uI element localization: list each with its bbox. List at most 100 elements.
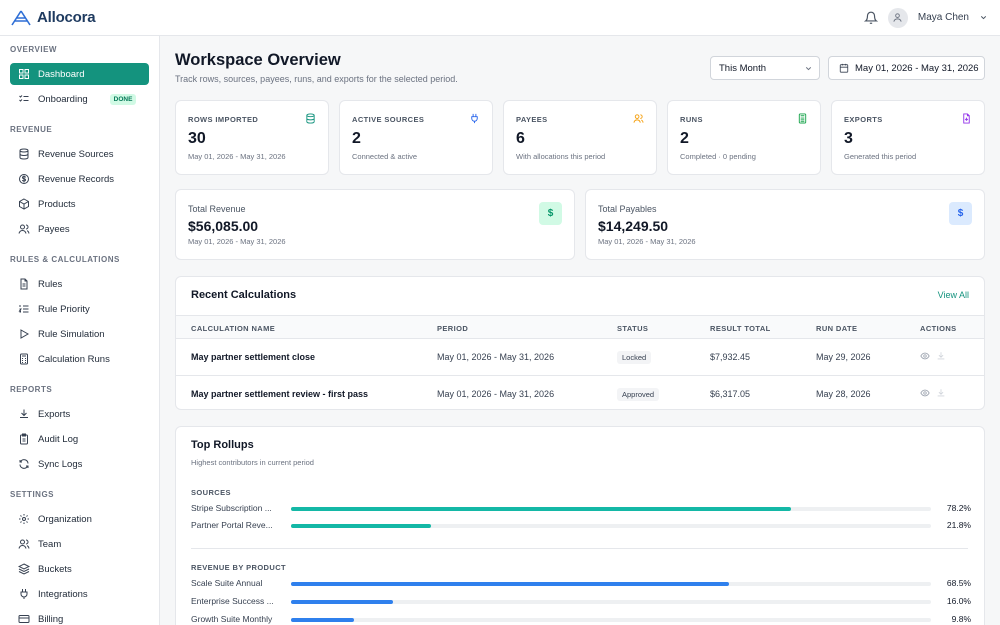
column-header[interactable]: RUN DATE <box>816 324 857 333</box>
total-payables-value: $14,249.50 <box>598 218 669 234</box>
sidebar-item-billing[interactable]: Billing <box>10 608 149 625</box>
stat-card-active-sources[interactable]: ACTIVE SOURCES 2 Connected & active <box>339 100 493 175</box>
calculator-icon <box>20 353 28 365</box>
bar-track <box>291 524 931 528</box>
sidebar-item-organization[interactable]: Organization <box>10 508 149 530</box>
view-all-link[interactable]: View All <box>938 290 969 300</box>
sidebar-item-rule-priority[interactable]: Rule Priority <box>10 298 149 320</box>
calculator-icon <box>798 113 807 124</box>
bar-track <box>291 582 931 586</box>
stat-card-payees[interactable]: PAYEES 6 With allocations this period <box>503 100 657 175</box>
group-label-revenue-by-product: REVENUE BY PRODUCT <box>191 563 286 572</box>
column-header[interactable]: PERIOD <box>437 324 468 333</box>
document-icon <box>20 278 28 290</box>
column-header[interactable]: RESULT TOTAL <box>710 324 771 333</box>
eye-icon[interactable] <box>920 388 930 398</box>
sidebar-item-team[interactable]: Team <box>10 533 149 555</box>
date-range-picker[interactable]: May 01, 2026 - May 31, 2026 <box>828 56 985 80</box>
sidebar-item-rules[interactable]: Rules <box>10 273 149 295</box>
stat-label: RUNS <box>680 115 703 124</box>
user-name[interactable]: Maya Chen <box>918 12 969 23</box>
clipboard-icon <box>20 433 28 445</box>
status-badge: Locked <box>617 351 652 364</box>
main-content: Workspace Overview Track rows, sources, … <box>160 36 1000 625</box>
recent-calculations-card: Recent Calculations View All CALCULATION… <box>175 276 985 410</box>
bell-icon[interactable] <box>863 11 878 25</box>
period-select[interactable]: This Month <box>710 56 820 80</box>
sidebar-item-label: Dashboard <box>38 68 85 80</box>
sidebar-item-label: Revenue Sources <box>38 148 114 160</box>
bar-track <box>291 600 931 604</box>
rollup-row[interactable]: Partner Portal Reve... 21.8% <box>191 519 971 533</box>
stat-sub: With allocations this period <box>516 152 606 161</box>
top-rollups-card: Top Rollups Highest contributors in curr… <box>175 426 985 625</box>
brand[interactable]: Allocora <box>0 9 96 26</box>
sidebar-item-payees[interactable]: Payees <box>10 218 149 240</box>
total-payables-card[interactable]: Total Payables $14,249.50 May 01, 2026 -… <box>585 189 985 260</box>
play-icon <box>20 329 30 339</box>
page-subtitle: Track rows, sources, payees, runs, and e… <box>175 74 458 84</box>
refresh-icon <box>19 459 29 469</box>
sidebar-item-integrations[interactable]: Integrations <box>10 583 149 605</box>
users-icon <box>18 539 30 549</box>
sidebar-item-label: Buckets <box>38 563 72 575</box>
sidebar-item-rule-simulation[interactable]: Rule Simulation <box>10 323 149 345</box>
plug-icon <box>471 113 478 124</box>
avatar[interactable] <box>887 7 908 28</box>
sidebar-section-revenue: REVENUE <box>10 125 53 134</box>
dollar-icon: $ <box>539 202 562 225</box>
rollup-percent: 78.2% <box>946 503 971 513</box>
table-header: CALCULATION NAME PERIOD STATUS RESULT TO… <box>176 315 984 339</box>
rollup-row[interactable]: Growth Suite Monthly 9.8% <box>191 613 971 625</box>
eye-icon[interactable] <box>920 351 930 361</box>
sidebar-item-revenue-sources[interactable]: Revenue Sources <box>10 143 149 165</box>
column-header[interactable]: CALCULATION NAME <box>191 324 275 333</box>
stat-label: ACTIVE SOURCES <box>352 115 425 124</box>
bar-fill <box>291 582 730 586</box>
stat-card-runs[interactable]: RUNS 2 Completed · 0 pending <box>667 100 821 175</box>
download-icon[interactable] <box>936 388 946 398</box>
gear-icon <box>19 514 29 524</box>
sidebar-item-sync-logs[interactable]: Sync Logs <box>10 453 149 475</box>
result-total: $7,932.45 <box>710 352 751 362</box>
calculation-name[interactable]: May partner settlement review - first pa… <box>191 389 368 399</box>
sidebar-section-reports: REPORTS <box>10 385 53 394</box>
bar-fill <box>291 524 431 528</box>
sidebar-item-label: Team <box>38 538 62 550</box>
dollar-icon: $ <box>949 202 972 225</box>
page-title: Workspace Overview <box>175 51 341 69</box>
rollup-percent: 68.5% <box>946 578 971 588</box>
sidebar-item-audit-log[interactable]: Audit Log <box>10 428 149 450</box>
total-revenue-card[interactable]: Total Revenue $56,085.00 May 01, 2026 - … <box>175 189 575 260</box>
table-row[interactable]: May partner settlement review - first pa… <box>176 375 984 411</box>
rollup-name: Enterprise Success ... <box>191 596 274 606</box>
rollup-row[interactable]: Enterprise Success ... 16.0% <box>191 595 971 609</box>
total-payables-period: May 01, 2026 - May 31, 2026 <box>598 237 696 246</box>
rollup-name: Growth Suite Monthly <box>191 614 273 624</box>
chevron-down-icon[interactable] <box>979 13 988 22</box>
table-row[interactable]: May partner settlement close May 01, 202… <box>176 339 984 375</box>
rollup-row[interactable]: Stripe Subscription ... 78.2% <box>191 502 971 516</box>
database-icon <box>19 148 29 160</box>
sidebar-item-dashboard[interactable]: Dashboard <box>10 63 149 85</box>
sidebar-item-products[interactable]: Products <box>10 193 149 215</box>
sidebar-item-label: Integrations <box>38 588 88 600</box>
stat-card-exports[interactable]: EXPORTS 3 Generated this period <box>831 100 985 175</box>
credit-card-icon <box>18 615 30 623</box>
column-header[interactable]: STATUS <box>617 324 648 333</box>
sidebar: OVERVIEW Dashboard Onboarding DONE REVEN… <box>0 36 160 625</box>
run-date: May 29, 2026 <box>816 352 871 362</box>
users-icon <box>18 224 30 234</box>
sidebar-item-revenue-records[interactable]: Revenue Records <box>10 168 149 190</box>
stat-card-rows-imported[interactable]: ROWS IMPORTED 30 May 01, 2026 - May 31, … <box>175 100 329 175</box>
stat-sub: Generated this period <box>844 152 917 161</box>
download-icon[interactable] <box>936 351 946 361</box>
sidebar-item-exports[interactable]: Exports <box>10 403 149 425</box>
rollup-row[interactable]: Scale Suite Annual 68.5% <box>191 577 971 591</box>
sidebar-item-onboarding[interactable]: Onboarding DONE <box>10 88 149 110</box>
calculation-name[interactable]: May partner settlement close <box>191 352 315 362</box>
bar-fill <box>291 618 354 622</box>
sidebar-item-buckets[interactable]: Buckets <box>10 558 149 580</box>
sidebar-item-calculation-runs[interactable]: Calculation Runs <box>10 348 149 370</box>
calendar-icon <box>839 63 849 73</box>
